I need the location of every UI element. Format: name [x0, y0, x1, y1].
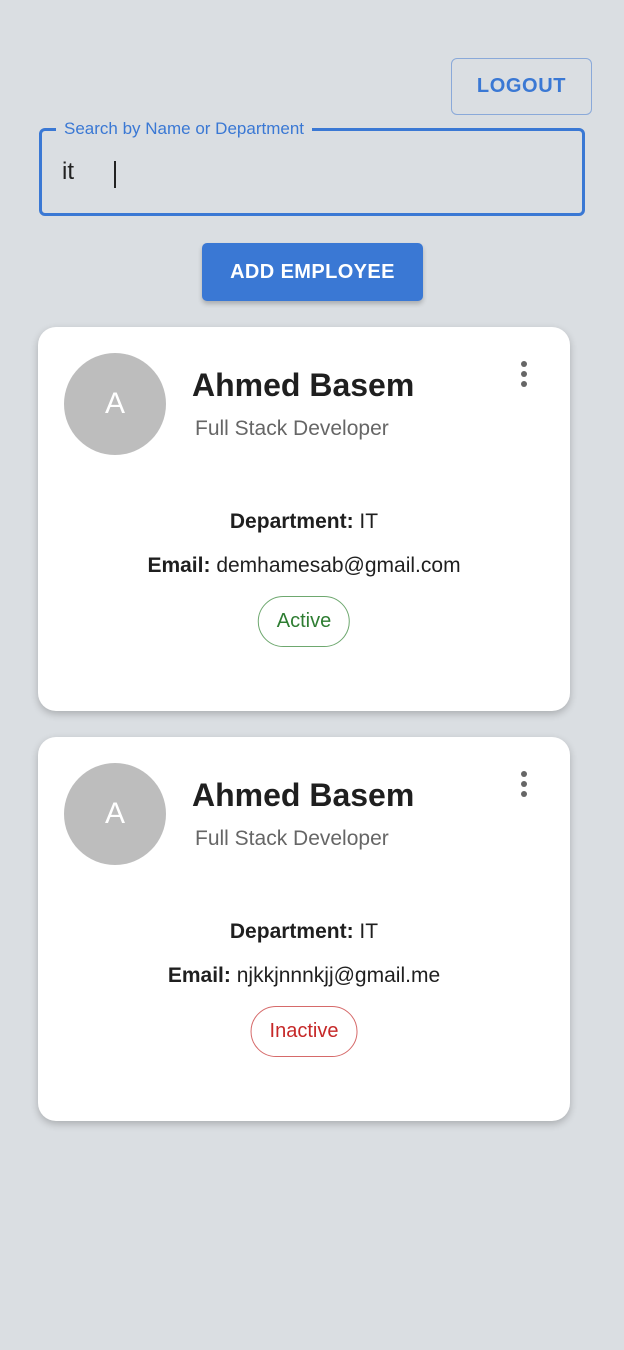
logout-button[interactable]: LOGOUT — [451, 58, 592, 115]
search-input[interactable] — [42, 131, 582, 213]
email-value: njkkjnnnkjj@gmail.me — [236, 964, 441, 987]
employee-role: Full Stack Developer — [195, 827, 389, 850]
add-employee-button[interactable]: ADD EMPLOYEE — [202, 243, 423, 301]
department-label: Department: — [229, 920, 354, 943]
department-value: IT — [359, 920, 379, 943]
employee-card: A Ahmed Basem Full Stack Developer Depar… — [38, 327, 570, 711]
email-value: demhamesab@gmail.com — [216, 554, 461, 577]
employee-name: Ahmed Basem — [192, 367, 415, 403]
email-label: Email: — [147, 554, 211, 577]
department-value: IT — [359, 510, 379, 533]
avatar: A — [64, 763, 166, 865]
employee-card: A Ahmed Basem Full Stack Developer Depar… — [38, 737, 570, 1121]
department-line: Department: IT — [38, 510, 570, 534]
more-vertical-icon[interactable] — [512, 763, 536, 805]
email-line: Email: demhamesab@gmail.com — [38, 554, 570, 578]
search-field[interactable]: Search by Name or Department — [39, 114, 585, 216]
more-vertical-icon[interactable] — [512, 353, 536, 395]
text-caret — [114, 161, 116, 188]
status-badge: Inactive — [250, 1006, 358, 1057]
employee-name: Ahmed Basem — [192, 777, 415, 813]
department-label: Department: — [229, 510, 354, 533]
department-line: Department: IT — [38, 920, 570, 944]
email-line: Email: njkkjnnnkjj@gmail.me — [38, 964, 570, 988]
status-badge: Active — [257, 596, 351, 647]
email-label: Email: — [167, 964, 231, 987]
employee-list-page: LOGOUT Search by Name or Department ADD … — [0, 0, 624, 1350]
employee-role: Full Stack Developer — [195, 417, 389, 440]
avatar: A — [64, 353, 166, 455]
